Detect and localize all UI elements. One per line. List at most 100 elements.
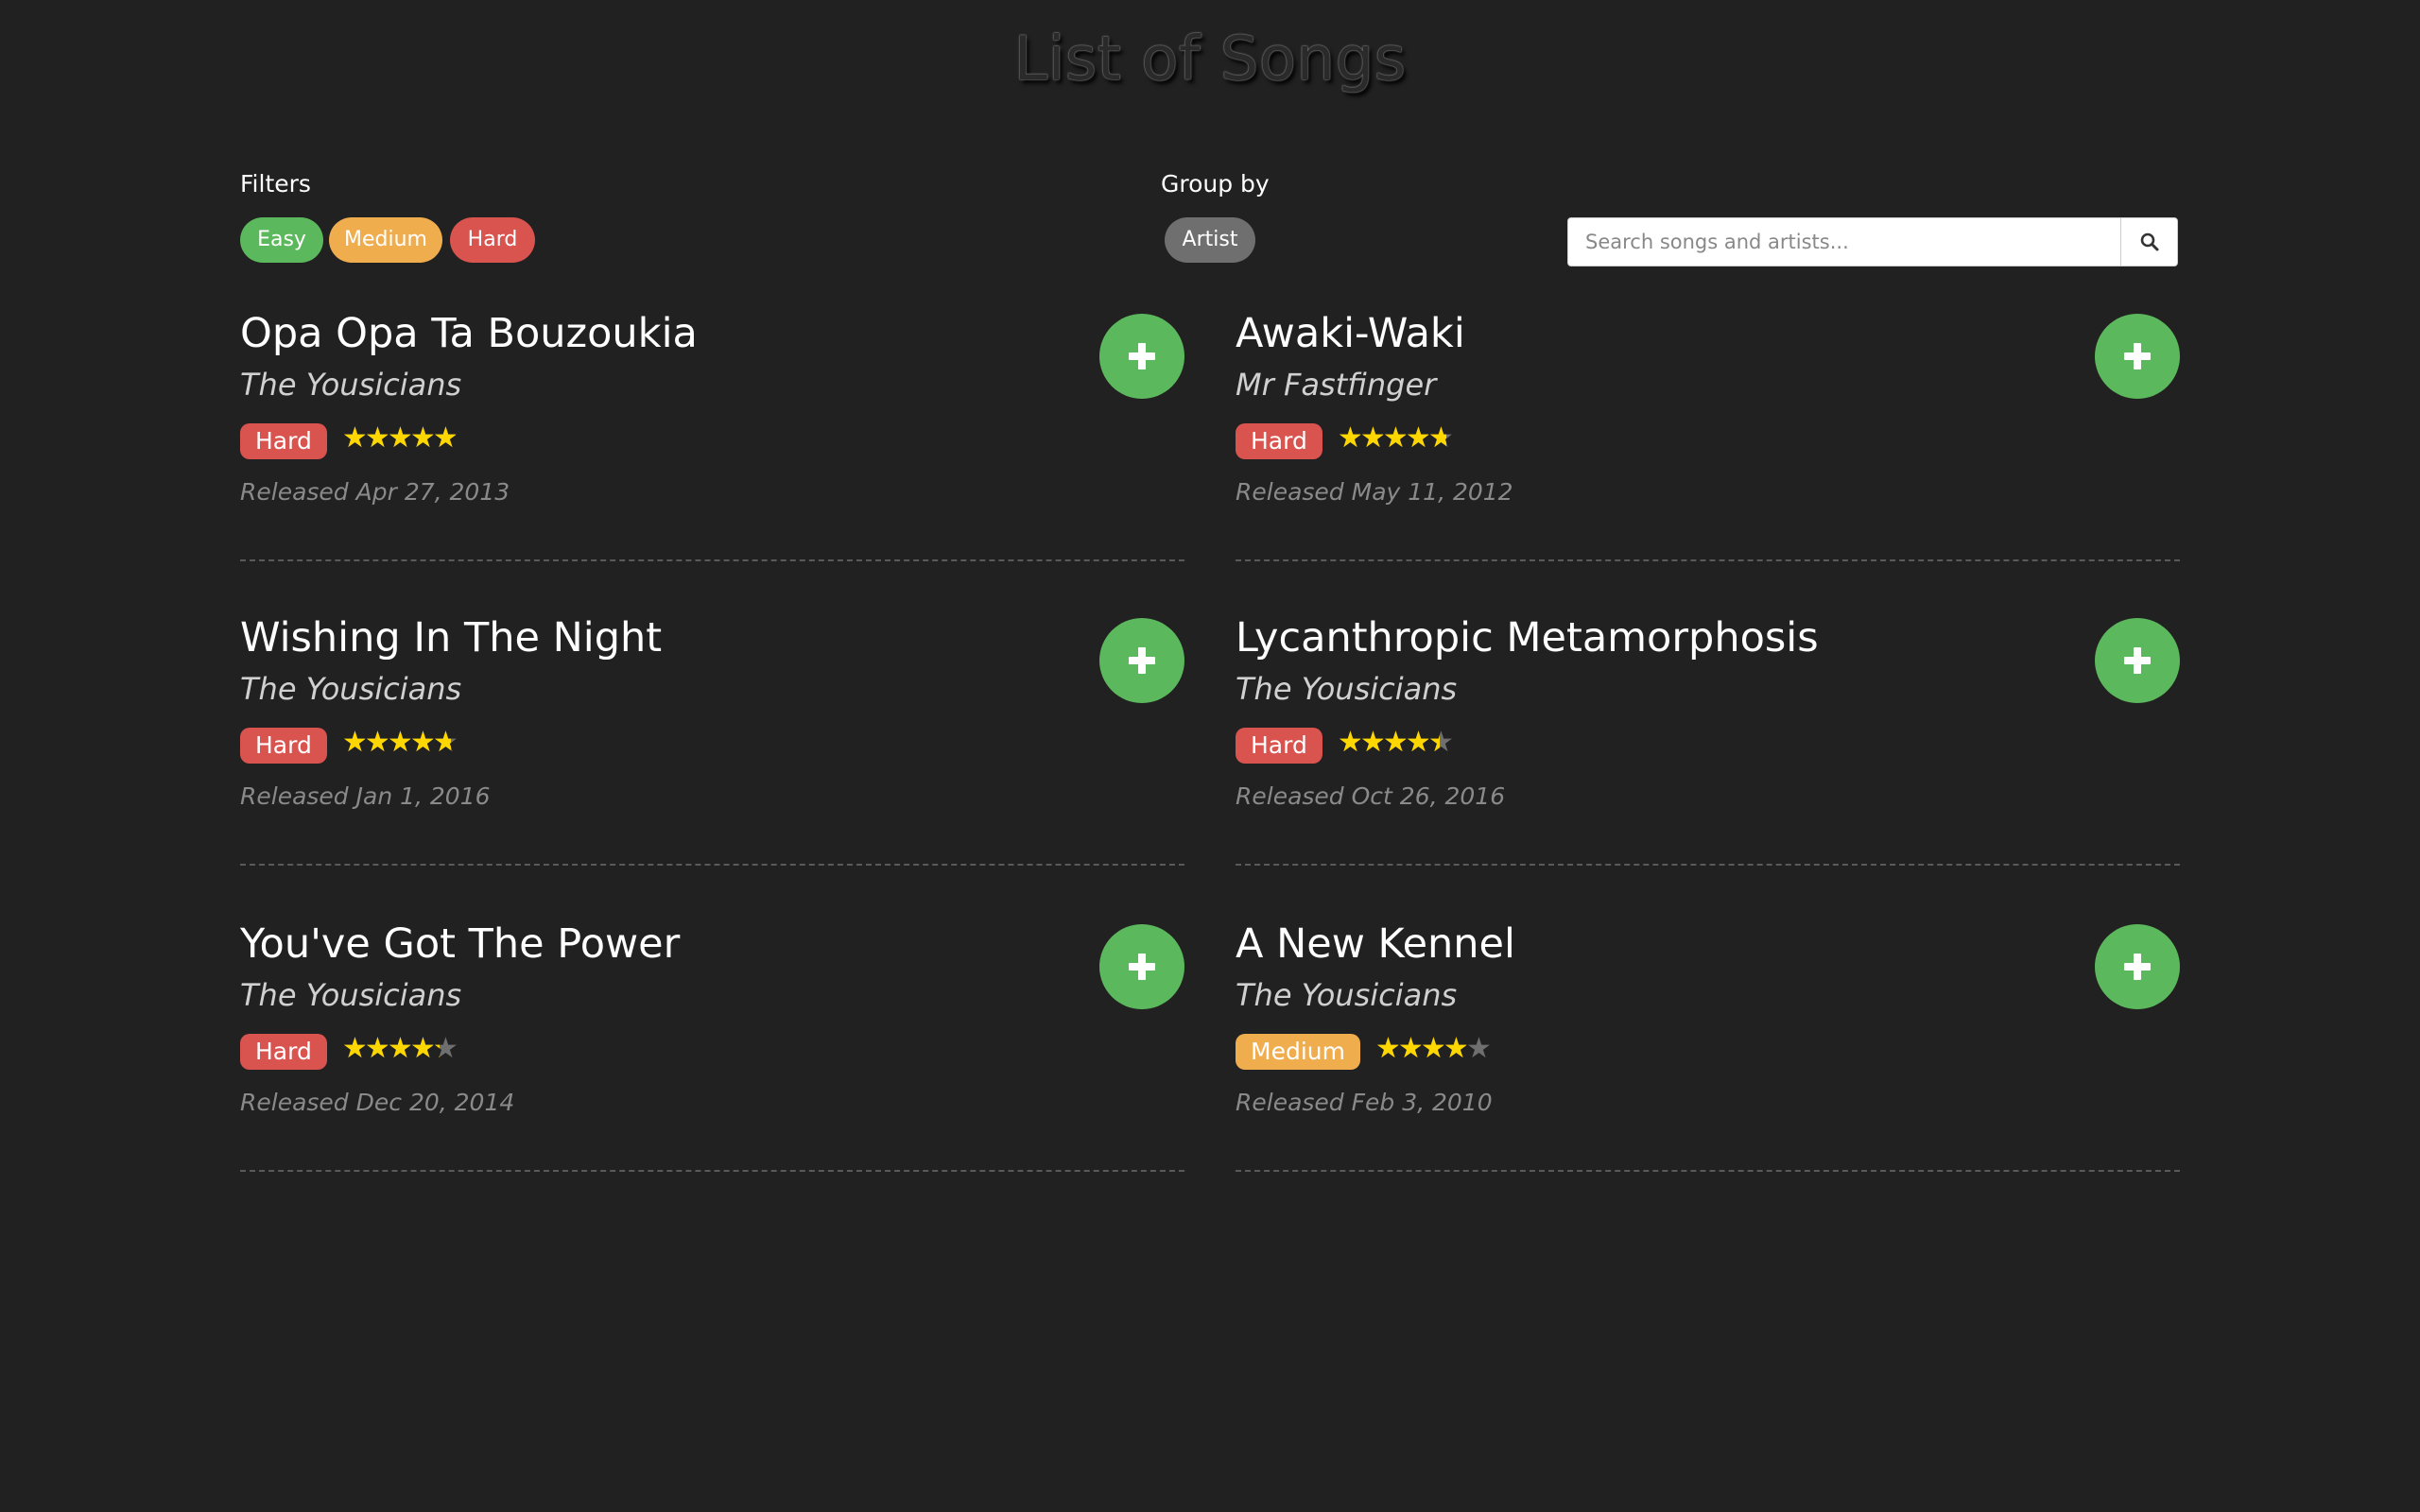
star-fill: ★ — [1421, 1035, 1443, 1063]
release-date: Released May 11, 2012 — [1236, 478, 1513, 506]
star-icon: ★★ — [433, 726, 458, 759]
star-fill: ★ — [365, 729, 388, 757]
star-icon: ★★ — [1406, 421, 1431, 455]
star-fill: ★ — [365, 424, 388, 453]
page-title: List of Songs — [1013, 25, 1407, 94]
song-title: You've Got The Power — [240, 920, 681, 968]
star-fill: ★ — [1360, 424, 1383, 453]
song-title: Awaki-Waki — [1236, 310, 1465, 357]
add-song-button[interactable] — [1099, 314, 1184, 399]
star-fill: ★ — [1443, 1035, 1466, 1063]
song-artist: The Yousicians — [240, 977, 462, 1013]
plus-icon — [2134, 647, 2141, 674]
plus-icon — [1138, 343, 1146, 369]
star-fill: ★ — [433, 729, 452, 757]
star-fill: ★ — [1375, 1035, 1398, 1063]
star-fill: ★ — [433, 1035, 440, 1063]
add-song-button[interactable] — [2095, 314, 2180, 399]
difficulty-badge: Hard — [1236, 728, 1322, 764]
star-icon: ★★ — [1428, 421, 1454, 455]
star-icon: ★★ — [1360, 421, 1386, 455]
star-fill: ★ — [1406, 729, 1428, 757]
song-title: Wishing In The Night — [240, 614, 663, 662]
star-icon: ★★ — [1406, 726, 1431, 759]
star-fill: ★ — [1360, 729, 1383, 757]
star-icon: ★★ — [433, 421, 458, 455]
star-icon: ★★ — [342, 726, 368, 759]
release-date: Released Apr 27, 2013 — [240, 478, 510, 506]
release-date: Released Jan 1, 2016 — [240, 782, 491, 810]
search-box — [1567, 217, 2178, 266]
filter-medium-button[interactable]: Medium — [329, 217, 442, 263]
song-card: A New Kennel The Yousicians Medium ★ ★ ★ ★ ★… — [1236, 911, 2180, 1172]
plus-icon — [2134, 343, 2141, 369]
filter-hard-button[interactable]: Hard — [450, 217, 535, 263]
song-artist: Mr Fastfinger — [1236, 367, 1437, 403]
plus-icon — [2134, 954, 2141, 980]
star-rating: ★★★★★★★★★★ — [342, 1030, 458, 1068]
song-card: Awaki-Waki Mr Fastfinger Hard ★ ★ ★ ★ ★ ★ ★ ★ ★ ★… — [1236, 301, 2180, 561]
star-icon: ★★ — [1428, 726, 1454, 759]
add-song-button[interactable] — [2095, 618, 2180, 703]
star-fill: ★ — [1338, 729, 1360, 757]
plus-icon — [1138, 647, 1146, 674]
add-song-button[interactable] — [1099, 924, 1184, 1009]
star-fill: ★ — [342, 729, 365, 757]
star-rating: ★★★★★★★★★★ — [1338, 724, 1454, 762]
star-fill: ★ — [1428, 424, 1447, 453]
star-icon: ★★ — [365, 726, 390, 759]
release-date: Released Oct 26, 2016 — [1236, 782, 1506, 810]
search-button[interactable] — [2120, 218, 2177, 266]
star-fill: ★ — [342, 424, 365, 453]
star-icon: ★★ — [1383, 421, 1409, 455]
star-icon: ★★ — [342, 1032, 368, 1065]
controls-bar: Filters Easy Medium Hard Group by Artist — [240, 170, 2180, 274]
add-song-button[interactable] — [1099, 618, 1184, 703]
song-artist: The Yousicians — [240, 367, 462, 403]
add-song-button[interactable] — [2095, 924, 2180, 1009]
star-fill: ★ — [388, 1035, 410, 1063]
star-fill: ★ — [388, 729, 410, 757]
star-icon: ★★ — [433, 1032, 458, 1065]
search-icon — [2140, 232, 2158, 251]
song-title: A New Kennel — [1236, 920, 1515, 968]
star-icon: ★★ — [388, 421, 413, 455]
search-input[interactable] — [1568, 218, 2120, 266]
star-icon: ★★ — [388, 1032, 413, 1065]
star-icon: ★★ — [410, 421, 436, 455]
filter-easy-button[interactable]: Easy — [240, 217, 323, 263]
star-rating: ★★★★★★★★★★ — [1375, 1030, 1492, 1068]
song-title: Opa Opa Ta Bouzoukia — [240, 310, 698, 357]
star-icon: ★★ — [410, 726, 436, 759]
star-icon: ★★ — [1443, 1032, 1469, 1065]
release-date: Released Dec 20, 2014 — [240, 1089, 515, 1116]
star-fill: ★ — [410, 729, 433, 757]
song-card: Wishing In The Night The Yousicians Hard… — [240, 605, 1184, 866]
star-fill: ★ — [365, 1035, 388, 1063]
star-icon: ★★ — [1338, 726, 1363, 759]
star-fill: ★ — [1383, 729, 1406, 757]
star-icon: ★★ — [1383, 726, 1409, 759]
star-fill: ★ — [1398, 1035, 1421, 1063]
star-fill: ★ — [410, 1035, 433, 1063]
star-fill: ★ — [1383, 424, 1406, 453]
star-fill: ★ — [410, 424, 433, 453]
star-icon: ★★ — [365, 1032, 390, 1065]
star-icon: ★★ — [410, 1032, 436, 1065]
star-fill: ★ — [388, 424, 410, 453]
group-by-artist-button[interactable]: Artist — [1165, 217, 1255, 263]
star-icon: ★★ — [342, 421, 368, 455]
song-card: Opa Opa Ta Bouzoukia The Yousicians Hard… — [240, 301, 1184, 561]
star-rating: ★★★★★★★★★★ — [1338, 420, 1454, 457]
song-card: You've Got The Power The Yousicians Hard… — [240, 911, 1184, 1172]
song-card: Lycanthropic Metamorphosis The Yousician… — [1236, 605, 2180, 866]
filters-label: Filters — [240, 170, 311, 198]
star-icon: ★★ — [1338, 421, 1363, 455]
plus-icon — [1138, 954, 1146, 980]
star-icon: ★★ — [1466, 1032, 1492, 1065]
star-icon: ★★ — [1421, 1032, 1446, 1065]
difficulty-badge: Hard — [240, 1034, 327, 1070]
song-artist: The Yousicians — [240, 671, 462, 707]
difficulty-badge: Hard — [240, 728, 327, 764]
star-icon: ★★ — [1375, 1032, 1401, 1065]
